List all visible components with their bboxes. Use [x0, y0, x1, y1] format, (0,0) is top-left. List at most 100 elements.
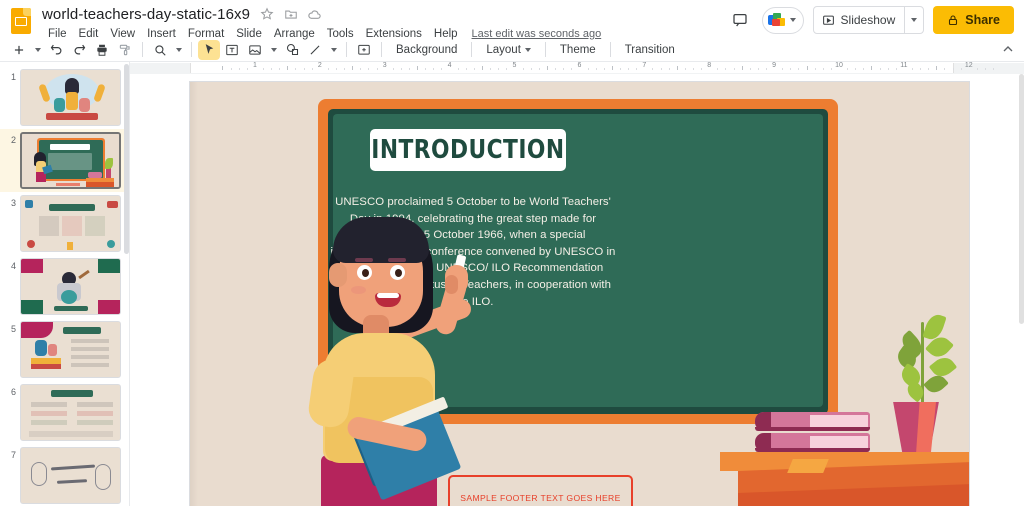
- caret-down-icon: [524, 47, 531, 52]
- zoom-button[interactable]: [149, 40, 171, 60]
- ruler-dot: [636, 68, 638, 70]
- theme-button[interactable]: Theme: [552, 42, 604, 58]
- potted-plant: [880, 312, 969, 409]
- new-slide-button[interactable]: [8, 40, 30, 60]
- google-meet-button[interactable]: [761, 6, 804, 34]
- slide-thumbnail-2[interactable]: 2: [0, 129, 129, 192]
- ruler-tick: [676, 66, 678, 70]
- ruler-dot: [993, 68, 995, 70]
- ruler-dot: [279, 68, 281, 70]
- slide-stage: INTRODUCTION UNESCO proclaimed 5 October…: [130, 74, 1024, 506]
- desk-accent: [787, 459, 829, 473]
- ruler-dot: [327, 68, 329, 70]
- collapse-toolbar-button[interactable]: [1000, 41, 1016, 60]
- move-to-folder-icon[interactable]: [283, 7, 298, 22]
- toolbar-divider-2: [191, 42, 192, 57]
- ruler-dot: [830, 68, 832, 70]
- stacked-book: [755, 412, 870, 431]
- ruler-number: 11: [900, 62, 908, 69]
- ruler-dot: [506, 68, 508, 70]
- ruler-dot: [782, 68, 784, 70]
- stacked-book: [755, 433, 870, 452]
- paint-format-button[interactable]: [114, 40, 136, 60]
- slide-thumbnail-3[interactable]: 3: [0, 192, 129, 255]
- ruler-dot: [879, 68, 881, 70]
- caret-down-icon: [34, 47, 41, 52]
- document-title[interactable]: world-teachers-day-static-16x9: [42, 6, 250, 23]
- shape-button[interactable]: [281, 40, 303, 60]
- select-tool-button[interactable]: [198, 39, 220, 60]
- filmstrip-scrollbar[interactable]: [124, 62, 129, 506]
- slide-filmstrip[interactable]: 1 2 3 4 5 6 7: [0, 62, 130, 506]
- star-icon[interactable]: [259, 7, 274, 22]
- thumb-canvas[interactable]: [20, 132, 121, 189]
- ruler-dot: [692, 68, 694, 70]
- toolbar-divider: [142, 42, 143, 57]
- new-slide-dropdown[interactable]: [31, 40, 44, 60]
- ruler-tick: [611, 66, 613, 70]
- book-stack: [755, 412, 875, 454]
- share-button[interactable]: Share: [933, 6, 1014, 34]
- slide-thumbnail-4[interactable]: 4: [0, 255, 129, 318]
- thumb-canvas[interactable]: [20, 321, 121, 378]
- thumb-canvas[interactable]: [20, 384, 121, 441]
- ruler-dot: [230, 68, 232, 70]
- text-box-icon: [226, 44, 238, 55]
- slide-thumbnail-6[interactable]: 6: [0, 381, 129, 444]
- text-box-button[interactable]: [221, 40, 243, 60]
- horizontal-ruler[interactable]: 1 2 3 4 5 6 7 8 9 10 11 12: [130, 62, 1024, 74]
- slideshow-button[interactable]: Slideshow: [812, 6, 925, 34]
- ruler-dot: [530, 68, 532, 70]
- layout-button[interactable]: Layout: [478, 42, 539, 58]
- cloud-saved-icon[interactable]: [307, 7, 322, 22]
- canvas-scrollbar[interactable]: [1019, 74, 1024, 506]
- ruler-dot: [465, 68, 467, 70]
- toolbar-divider-3: [346, 42, 347, 57]
- slideshow-main[interactable]: Slideshow: [814, 7, 905, 33]
- ruler-dot: [660, 68, 662, 70]
- current-slide[interactable]: INTRODUCTION UNESCO proclaimed 5 October…: [190, 82, 969, 506]
- ruler-dot: [360, 68, 362, 70]
- ruler-dot: [433, 68, 435, 70]
- line-button[interactable]: [304, 40, 326, 60]
- thumb-canvas[interactable]: [20, 258, 121, 315]
- teacher-eyebrow-left: [355, 258, 373, 262]
- ruler-dot: [814, 68, 816, 70]
- undo-button[interactable]: [45, 40, 67, 60]
- redo-icon: [74, 44, 85, 55]
- zoom-dropdown[interactable]: [172, 40, 185, 60]
- slideshow-dropdown[interactable]: [905, 7, 923, 33]
- thumb-canvas[interactable]: [20, 447, 121, 504]
- ruler-tick: [741, 66, 743, 70]
- app-header: world-teachers-day-static-16x9 File Edit…: [0, 0, 1024, 40]
- redo-button[interactable]: [68, 40, 90, 60]
- comment-icon[interactable]: [727, 7, 753, 33]
- ruler-tick: [546, 66, 548, 70]
- slide-thumbnail-1[interactable]: 1: [0, 66, 129, 129]
- ruler-dot: [336, 68, 338, 70]
- teacher-hair-fringe: [333, 217, 429, 263]
- ruler-number: 5: [512, 62, 517, 69]
- ruler-dot: [701, 68, 703, 70]
- ruler-dot: [344, 68, 346, 70]
- slide-thumbnail-7[interactable]: 7: [0, 444, 129, 506]
- background-button[interactable]: Background: [388, 42, 465, 58]
- print-button[interactable]: [91, 40, 113, 60]
- slide-title-box[interactable]: INTRODUCTION: [370, 129, 566, 171]
- ruler-number: 1: [252, 62, 257, 69]
- line-dropdown[interactable]: [327, 40, 340, 60]
- transition-button[interactable]: Transition: [617, 42, 683, 58]
- thumb-canvas[interactable]: [20, 69, 121, 126]
- ruler-dot: [790, 68, 792, 70]
- footer-text-box[interactable]: SAMPLE FOOTER TEXT GOES HERE: [448, 475, 633, 506]
- slides-icon: [8, 6, 34, 36]
- slide-thumbnail-5[interactable]: 5: [0, 318, 129, 381]
- slideshow-label: Slideshow: [840, 13, 896, 27]
- image-icon: [249, 44, 261, 55]
- thumb-canvas[interactable]: [20, 195, 121, 252]
- ruler-dot: [863, 68, 865, 70]
- ruler-dot: [757, 68, 759, 70]
- add-comment-button[interactable]: [353, 40, 375, 60]
- insert-image-button[interactable]: [244, 40, 266, 60]
- insert-image-dropdown[interactable]: [267, 40, 280, 60]
